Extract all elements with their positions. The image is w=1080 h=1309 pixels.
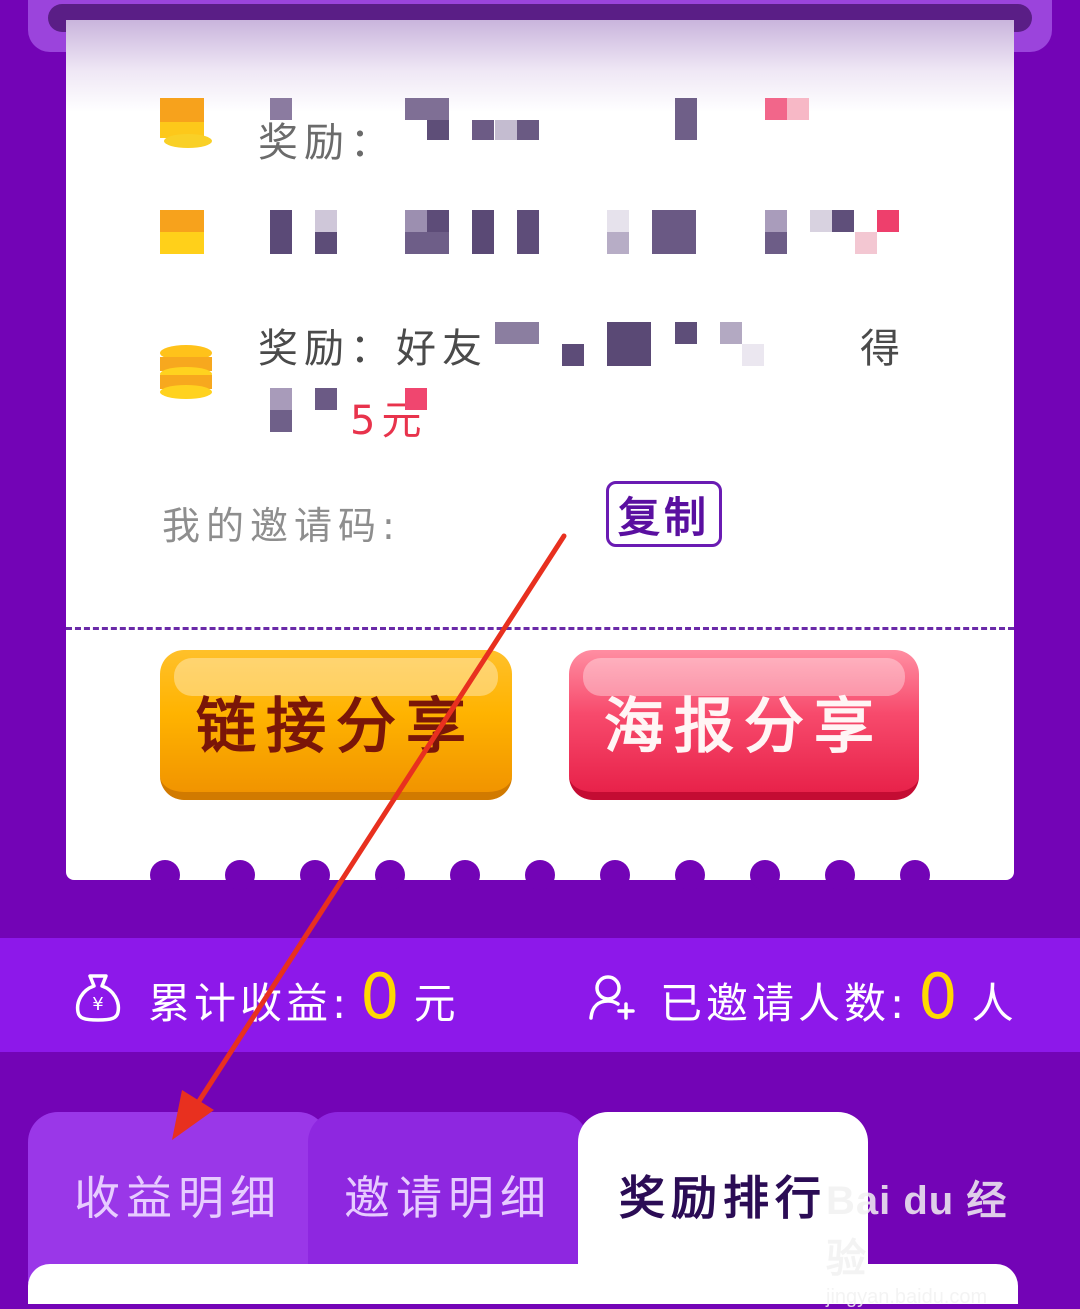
tab-invite-details[interactable]: 邀请明细: [308, 1112, 588, 1283]
svg-text:¥: ¥: [92, 994, 103, 1015]
money-bag-icon: ¥: [74, 972, 122, 1022]
ticket-notch: [750, 860, 780, 890]
ticket-notch: [900, 860, 930, 890]
link-share-label: 链接分享: [196, 691, 476, 762]
total-income-value: 0: [360, 960, 404, 1033]
total-income-unit: 元: [413, 979, 460, 1028]
tab-reward-ranking[interactable]: 奖励排行: [578, 1112, 868, 1283]
baidu-jingyan-watermark: Bai du 经验 jingyan.baidu.com: [826, 1168, 1046, 1308]
tab-income-details[interactable]: 收益明细: [28, 1112, 328, 1283]
add-user-icon: [588, 972, 636, 1022]
ticket-notch: [150, 860, 180, 890]
poster-share-label: 海报分享: [604, 691, 884, 762]
card-divider: [66, 627, 1014, 630]
invited-count-stat: 已邀请人数: 0 人: [660, 960, 1018, 1033]
invite-code-label: 我的邀请码:: [162, 504, 401, 548]
invited-count-unit: 人: [971, 979, 1018, 1028]
coin-stack-icon: [160, 345, 212, 401]
reward-text-3: 奖励：好友: [258, 326, 488, 372]
coin-icon: [160, 210, 212, 254]
ticket-notch: [675, 860, 705, 890]
total-income-label: 累计收益:: [148, 979, 351, 1028]
watermark-url: jingyan.baidu.com: [826, 1286, 988, 1308]
reward-text-3-suffix: 得: [860, 326, 906, 372]
ticket-notch: [300, 860, 330, 890]
coin-stack-icon: [160, 98, 212, 150]
ticket-notch: [600, 860, 630, 890]
tab-income-label: 收益明细: [74, 1171, 282, 1225]
poster-share-button[interactable]: 海报分享: [569, 650, 919, 800]
invited-count-label: 已邀请人数:: [660, 979, 909, 1028]
link-share-button[interactable]: 链接分享: [160, 650, 512, 800]
ticket-notch: [525, 860, 555, 890]
copy-invite-code-button[interactable]: 复制: [606, 481, 722, 547]
tab-rank-label: 奖励排行: [619, 1171, 827, 1225]
invited-count-value: 0: [918, 960, 962, 1033]
total-income-stat: 累计收益: 0 元: [148, 960, 460, 1033]
ticket-notch: [375, 860, 405, 890]
tab-invite-label: 邀请明细: [344, 1171, 552, 1225]
ticket-notch: [825, 860, 855, 890]
watermark-main: Bai du 经验: [826, 1179, 1008, 1281]
ticket-notch: [450, 860, 480, 890]
ticket-notch: [225, 860, 255, 890]
